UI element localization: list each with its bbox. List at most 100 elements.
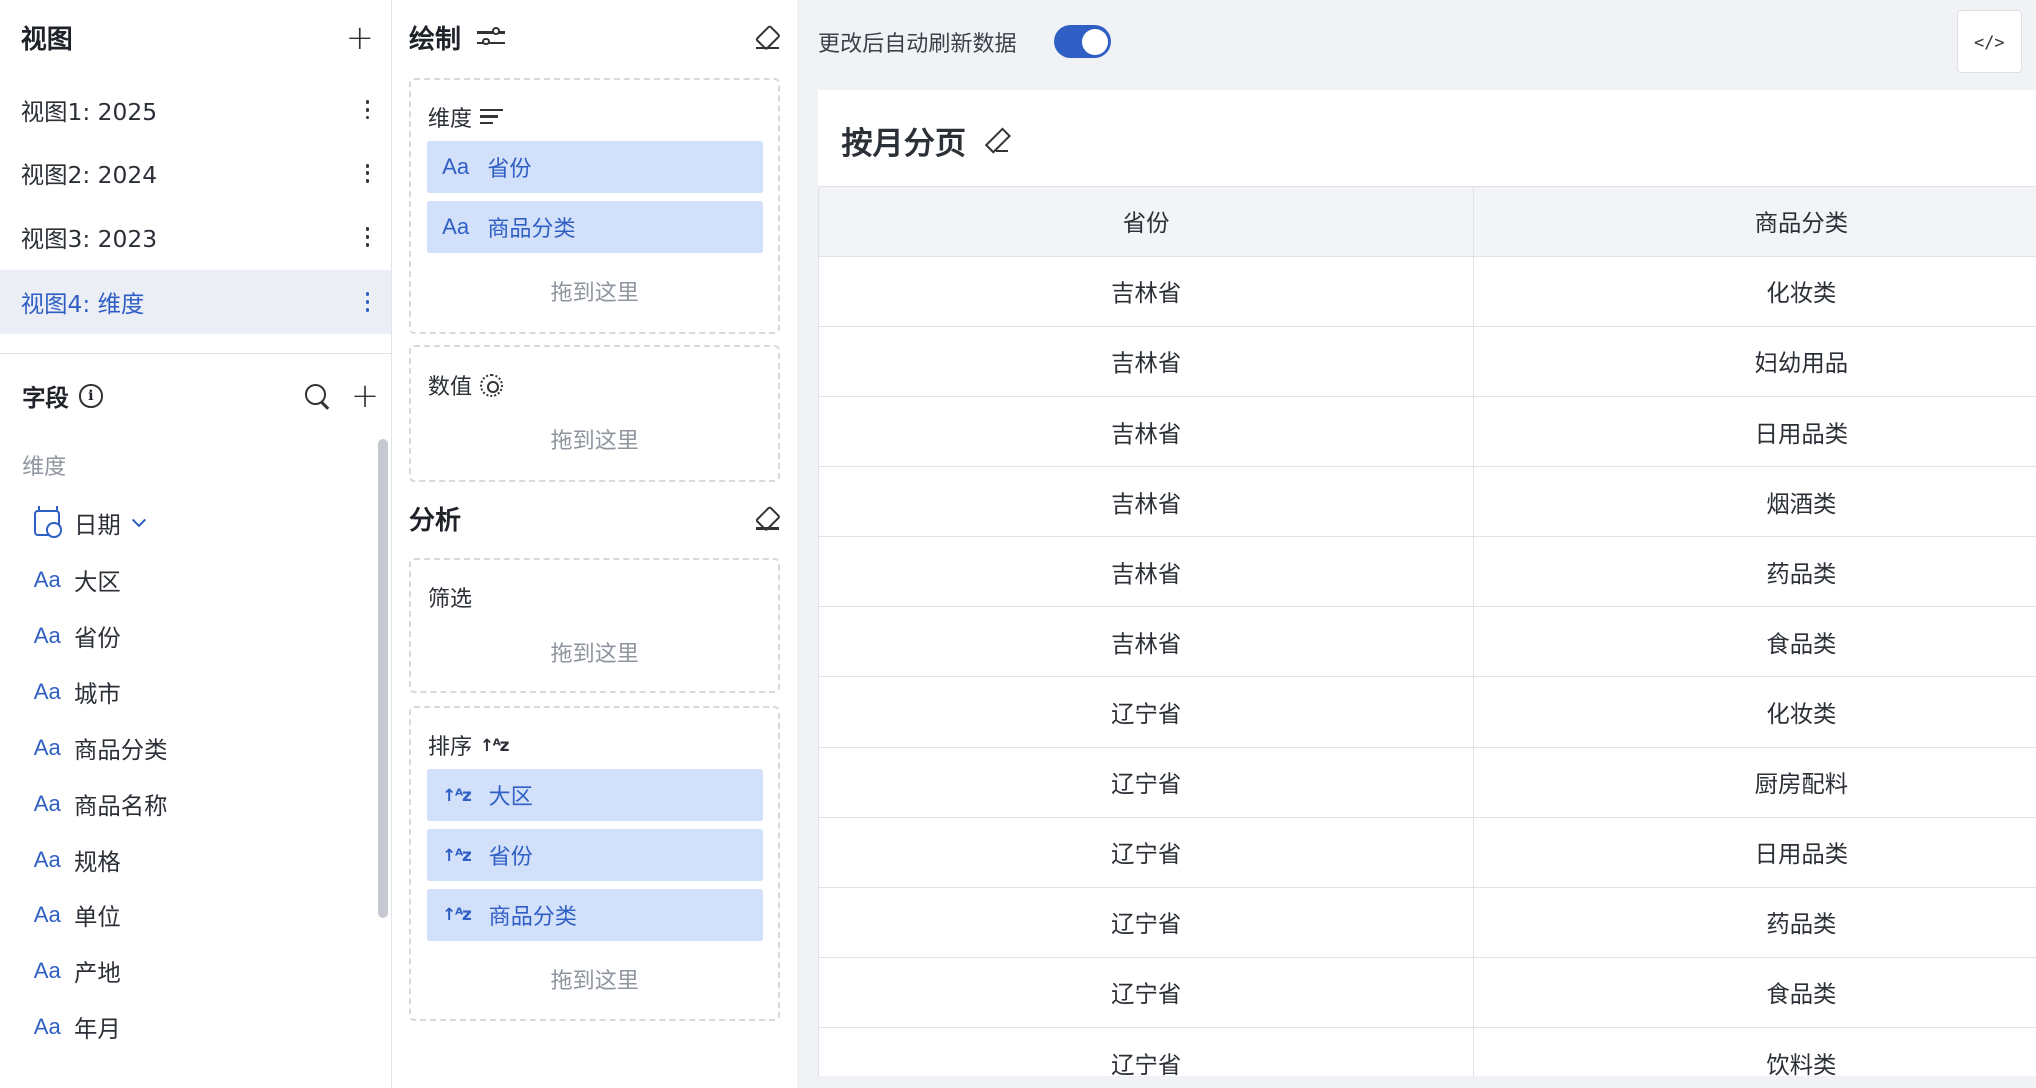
column-header[interactable]: 省份 — [818, 185, 1475, 257]
view-item-label: 视图1: 2025 — [20, 97, 158, 126]
table-row: 辽宁省 化妆类 — [818, 676, 2036, 748]
field-item[interactable]: Aa 商品分类 — [34, 728, 168, 767]
sort-az-icon[interactable]: ↑ᴬz — [442, 906, 472, 923]
sort-chip[interactable]: ↑ᴬz 商品分类 — [426, 888, 763, 941]
field-item[interactable]: Aa 商品名称 — [34, 784, 168, 823]
eraser-icon[interactable] — [755, 506, 780, 530]
chip-label: 商品分类 — [488, 904, 577, 930]
table-cell: 厨房配料 — [1473, 746, 2036, 818]
search-icon[interactable] — [304, 383, 330, 409]
table-cell: 药品类 — [1473, 886, 2036, 958]
view-item-1[interactable]: 视图1: 2025 — [0, 78, 391, 142]
preview-panel: 更改后自动刷新数据 </> 按月分页 省份 商品分类 吉林省 化妆类 吉林省 妇幼用品… — [797, 0, 2036, 1088]
table-header-row: 省份 商品分类 — [818, 185, 2036, 257]
auto-refresh-toggle[interactable] — [1054, 24, 1112, 59]
add-field-icon[interactable]: + — [351, 379, 379, 413]
add-view-icon[interactable]: + — [346, 20, 374, 55]
views-title: 视图 — [20, 25, 73, 56]
field-label: 省份 — [74, 624, 121, 653]
values-label: 数值 — [427, 369, 504, 401]
field-item[interactable]: Aa 大区 — [34, 561, 121, 600]
filter-list-icon[interactable] — [479, 108, 504, 126]
field-item[interactable]: Aa 产地 — [34, 952, 121, 991]
table-cell: 烟酒类 — [1473, 466, 2036, 538]
gear-icon[interactable] — [479, 373, 504, 398]
fields-header: 字段 i + — [22, 377, 379, 416]
field-item[interactable]: Aa 省份 — [34, 617, 121, 656]
chip-label: 商品分类 — [487, 216, 576, 242]
chip-label: 大区 — [488, 785, 533, 811]
field-label: 单位 — [74, 903, 121, 932]
table-cell: 化妆类 — [1473, 676, 2036, 748]
text-type-icon: Aa — [33, 623, 61, 649]
column-header[interactable]: 商品分类 — [1473, 185, 2036, 257]
sort-label: 排序 ↑ᴬz — [428, 729, 510, 761]
table-cell: 食品类 — [1473, 606, 2036, 678]
more-icon[interactable] — [365, 292, 370, 312]
field-item[interactable]: Aa 规格 — [34, 840, 121, 879]
fields-scrollbar[interactable] — [377, 438, 389, 919]
text-type-icon: Aa — [33, 679, 61, 705]
filter-label: 筛选 — [427, 587, 473, 613]
more-icon[interactable] — [365, 227, 370, 247]
table-cell: 吉林省 — [818, 466, 1475, 538]
sort-chip[interactable]: ↑ᴬz 大区 — [426, 769, 763, 822]
table-cell: 吉林省 — [818, 396, 1475, 468]
table-cell: 辽宁省 — [818, 1026, 1475, 1077]
dimension-chip[interactable]: Aa 商品分类 — [426, 200, 763, 253]
calendar-icon — [33, 505, 62, 539]
sort-chip[interactable]: ↑ᴬz 省份 — [426, 829, 763, 882]
text-type-icon: Aa — [33, 846, 61, 872]
chip-label: 省份 — [487, 156, 532, 182]
views-header: 视图 + — [21, 18, 374, 57]
table-row: 辽宁省 药品类 — [818, 886, 2036, 958]
table-cell: 辽宁省 — [818, 746, 1475, 818]
sort-az-icon[interactable]: ↑ᴬz — [442, 786, 472, 804]
text-type-icon: Aa — [33, 1014, 61, 1040]
analysis-title: 分析 — [409, 505, 461, 536]
sort-dropzone[interactable]: 排序 ↑ᴬz ↑ᴬz 大区 ↑ᴬz 省份 ↑ᴬz 商品分类 拖到这里 — [409, 706, 781, 1021]
table-cell: 辽宁省 — [818, 956, 1475, 1028]
chevron-down-icon[interactable] — [131, 513, 147, 528]
filter-dropzone[interactable]: 筛选 拖到这里 — [409, 558, 781, 694]
info-icon[interactable]: i — [79, 384, 103, 408]
dimensions-dropzone[interactable]: 维度 Aa 省份 Aa 商品分类 拖到这里 — [409, 77, 781, 334]
data-table: 省份 商品分类 吉林省 化妆类 吉林省 妇幼用品 吉林省 日用品类 吉林省 烟酒类 吉林省 药品类… — [818, 185, 2036, 1077]
field-label: 商品名称 — [74, 791, 168, 820]
view-item-2[interactable]: 视图2: 2024 — [0, 142, 391, 206]
eraser-icon[interactable] — [755, 26, 780, 50]
table-cell: 食品类 — [1473, 956, 2036, 1028]
view-item-label: 视图3: 2023 — [20, 224, 158, 253]
drop-hint: 拖到这里 — [550, 641, 639, 667]
sort-az-icon[interactable]: ↑ᴬz — [442, 846, 472, 864]
analysis-header: 分析 — [409, 499, 780, 538]
view-item-4-active[interactable]: 视图4: 维度 — [0, 270, 391, 334]
draw-header: 绘制 — [409, 18, 780, 57]
more-icon[interactable] — [365, 163, 370, 184]
dimension-chip[interactable]: Aa 省份 — [426, 140, 763, 193]
edit-icon[interactable] — [984, 129, 1008, 153]
field-item[interactable]: Aa 单位 — [34, 896, 121, 935]
table-cell: 吉林省 — [818, 325, 1475, 397]
field-label: 产地 — [74, 959, 121, 988]
sort-az-icon[interactable]: ↑ᴬz — [480, 736, 510, 754]
code-view-button[interactable]: </> — [1956, 10, 2022, 73]
field-label: 城市 — [74, 680, 121, 709]
values-dropzone[interactable]: 数值 拖到这里 — [409, 345, 781, 482]
left-panel: 视图 + 视图1: 2025 视图2: 2024 视图3: 2023 视图4: … — [0, 0, 393, 1088]
field-item-date[interactable]: 日期 — [33, 504, 147, 543]
view-item-3[interactable]: 视图3: 2023 — [0, 205, 391, 269]
app-root: 视图 + 视图1: 2025 视图2: 2024 视图3: 2023 视图4: … — [0, 0, 2036, 1088]
text-type-icon: Aa — [33, 734, 61, 760]
field-item[interactable]: Aa 城市 — [34, 673, 121, 712]
field-item[interactable]: Aa 年月 — [34, 1008, 121, 1047]
settings-sliders-icon[interactable] — [476, 26, 506, 49]
table-card: 按月分页 省份 商品分类 吉林省 化妆类 吉林省 妇幼用品 吉林省 日用品类 吉林省 烟酒类吉… — [818, 89, 2036, 1077]
values-label-text: 数值 — [427, 375, 473, 401]
more-icon[interactable] — [365, 99, 370, 120]
table-cell: 吉林省 — [818, 536, 1475, 608]
view-item-label: 视图2: 2024 — [20, 161, 158, 190]
table-cell: 日用品类 — [1473, 396, 2036, 468]
table-row: 吉林省 烟酒类 — [818, 466, 2036, 538]
text-type-icon: Aa — [33, 567, 61, 593]
